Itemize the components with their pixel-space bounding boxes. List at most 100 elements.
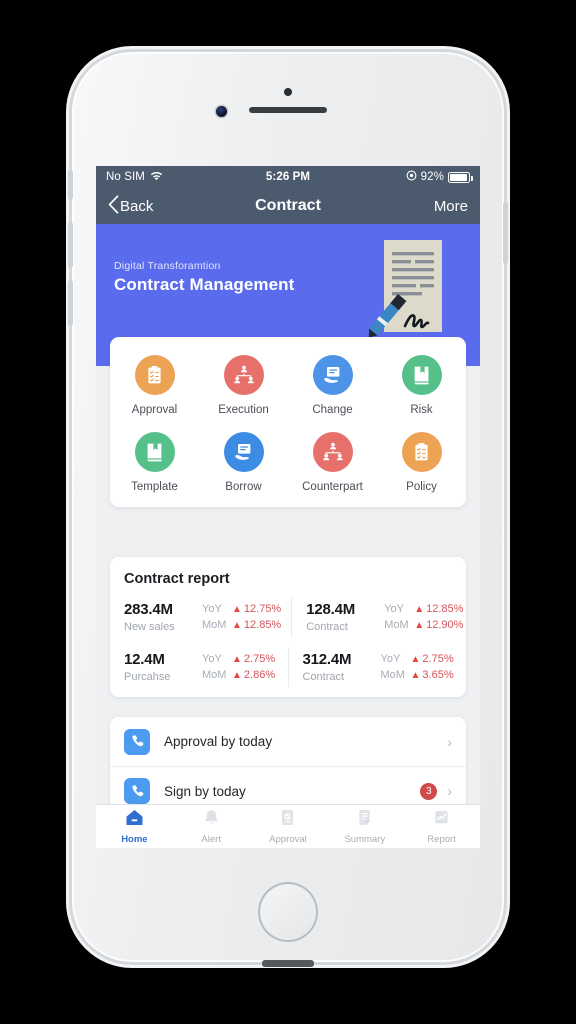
report-metric-main: 12.4M Purcahse xyxy=(124,651,198,683)
arrow-up-icon: ▲ xyxy=(414,619,425,631)
metric-yoy: YoY ▲ 2.75% xyxy=(202,653,275,665)
grid-item-label: Borrow xyxy=(225,481,262,493)
metric-value: 12.4M xyxy=(124,651,165,668)
grid-item-template[interactable]: Template xyxy=(110,432,199,493)
grid-item-label: Approval xyxy=(131,404,178,416)
tab-summary[interactable]: Summary xyxy=(326,809,403,845)
grid-item-counterpart[interactable]: Counterpart xyxy=(288,432,377,493)
grid-item-label: Risk xyxy=(410,404,433,416)
grid-row-2: Template Borrow Counterpart Policy xyxy=(110,432,466,493)
report-metric-main: 128.4M Contract xyxy=(306,601,380,633)
back-button-label: Back xyxy=(120,197,154,215)
report-metric-stats: YoY ▲ 2.75% MoM ▲ 2.86% xyxy=(202,653,275,681)
grid-item-policy[interactable]: Policy xyxy=(377,432,466,493)
silent-switch[interactable] xyxy=(68,170,73,200)
hero-title: Contract Management xyxy=(114,275,295,294)
metric-mom: MoM ▲ 3.65% xyxy=(381,669,454,681)
report-row-1: 283.4M New sales YoY ▲ 12.75% MoM ▲ 12.8… xyxy=(110,597,466,637)
grid-row-1: Approval Execution Change Risk xyxy=(110,355,466,416)
location-services-icon xyxy=(406,170,417,184)
chart-icon xyxy=(432,809,451,831)
tab-label: Alert xyxy=(201,833,221,845)
org-chart-people-icon xyxy=(223,355,264,395)
grid-item-execution[interactable]: Execution xyxy=(199,355,288,416)
tab-report[interactable]: Report xyxy=(403,809,480,845)
home-button[interactable] xyxy=(258,882,318,942)
list-item-label: Approval by today xyxy=(164,734,273,749)
task-list-card: Approval by today › Sign by today 3 › xyxy=(110,717,466,815)
arrow-up-icon: ▲ xyxy=(232,603,242,615)
report-metric-main: 283.4M New sales xyxy=(124,601,198,633)
chevron-right-icon: › xyxy=(447,733,452,750)
phone-call-icon xyxy=(124,728,150,755)
tab-home[interactable]: Home xyxy=(96,809,173,845)
yoy-label: YoY xyxy=(380,653,401,665)
report-metric-stats: YoY ▲ 12.75% MoM ▲ 12.85% xyxy=(202,603,281,631)
grid-item-risk[interactable]: Risk xyxy=(377,355,466,416)
report-row-2: 12.4M Purcahse YoY ▲ 2.75% MoM ▲ 2.86% 3… xyxy=(110,647,466,687)
status-bar-left: No SIM xyxy=(106,171,163,184)
yoy-value: 12.85% xyxy=(426,603,464,615)
report-metric-contract-a: 128.4M Contract YoY ▲ 12.85% MoM ▲ 12.90… xyxy=(291,597,473,637)
metric-value: 312.4M xyxy=(302,651,352,668)
hero-text-block: Digital Transforamtion Contract Manageme… xyxy=(114,260,294,295)
mom-value: 2.86% xyxy=(243,669,276,681)
status-badge: 3 xyxy=(420,782,438,800)
book-bookmark-icon xyxy=(134,432,175,472)
chevron-right-icon: › xyxy=(447,783,452,799)
grid-item-change[interactable]: Change xyxy=(288,355,377,416)
arrow-up-icon: ▲ xyxy=(232,619,242,631)
report-metric-stats: YoY ▲ 2.75% MoM ▲ 3.65% xyxy=(381,653,454,681)
arrow-up-icon: ▲ xyxy=(414,603,425,615)
bottom-tab-bar: Home Alert Approval Summary Report xyxy=(96,804,480,848)
volume-down-button[interactable] xyxy=(68,280,73,326)
mom-label: MoM xyxy=(380,669,405,681)
book-bookmark-icon xyxy=(401,355,442,395)
yoy-value: 2.75% xyxy=(422,653,454,665)
report-metric-purchase: 12.4M Purcahse YoY ▲ 2.75% MoM ▲ 2.86% xyxy=(110,647,288,687)
battery-icon xyxy=(448,171,473,183)
status-bar: No SIM 5:26 PM 92% xyxy=(96,166,480,188)
checklist-clipboard-icon xyxy=(134,355,175,395)
quick-actions-grid: Approval Execution Change Risk Template … xyxy=(110,337,466,507)
battery-percent-label: 92% xyxy=(420,171,444,183)
more-button[interactable]: More xyxy=(434,198,468,215)
checklist-clipboard-icon xyxy=(401,432,442,472)
page-title: Contract xyxy=(255,197,321,214)
mom-label: MoM xyxy=(202,619,227,631)
carrier-label: No SIM xyxy=(106,171,145,183)
volume-up-button[interactable] xyxy=(68,222,73,268)
grid-item-borrow[interactable]: Borrow xyxy=(199,432,288,493)
earpiece-speaker xyxy=(249,107,327,113)
signed-contract-illustration xyxy=(360,238,444,342)
yoy-value: 2.75% xyxy=(243,653,276,665)
arrow-up-icon: ▲ xyxy=(232,653,242,665)
screenshot-stage: No SIM 5:26 PM 92% Back Contract More Di… xyxy=(0,0,576,1024)
report-metric-main: 312.4M Contract xyxy=(303,651,377,683)
document-on-hand-icon xyxy=(312,355,353,395)
report-metric-contract-b: 312.4M Contract YoY ▲ 2.75% MoM ▲ 3.65% xyxy=(287,647,467,687)
contract-report-card: Contract report 283.4M New sales YoY ▲ 1… xyxy=(110,557,466,697)
yoy-label: YoY xyxy=(202,603,222,615)
tab-alert[interactable]: Alert xyxy=(173,809,250,845)
arrow-up-icon: ▲ xyxy=(410,669,421,681)
hero-subtitle: Digital Transforamtion xyxy=(114,260,221,272)
approval-icon xyxy=(278,809,297,831)
grid-item-label: Policy xyxy=(406,481,437,493)
yoy-value: 12.75% xyxy=(243,603,282,615)
grid-item-label: Template xyxy=(131,481,178,493)
metric-yoy: YoY ▲ 12.85% xyxy=(384,603,463,615)
tab-label: Report xyxy=(427,833,456,845)
bell-icon xyxy=(202,809,221,831)
list-item-approval-by-today[interactable]: Approval by today › xyxy=(110,717,466,766)
tab-approval[interactable]: Approval xyxy=(250,809,327,845)
mom-label: MoM xyxy=(202,669,227,681)
front-camera xyxy=(216,106,227,117)
chevron-left-icon xyxy=(108,194,119,218)
grid-item-approval[interactable]: Approval xyxy=(110,355,199,416)
back-button[interactable]: Back xyxy=(108,194,154,218)
power-button[interactable] xyxy=(503,202,508,264)
mom-label: MoM xyxy=(384,619,409,631)
wifi-icon xyxy=(150,171,163,184)
phone-call-icon xyxy=(124,778,150,804)
